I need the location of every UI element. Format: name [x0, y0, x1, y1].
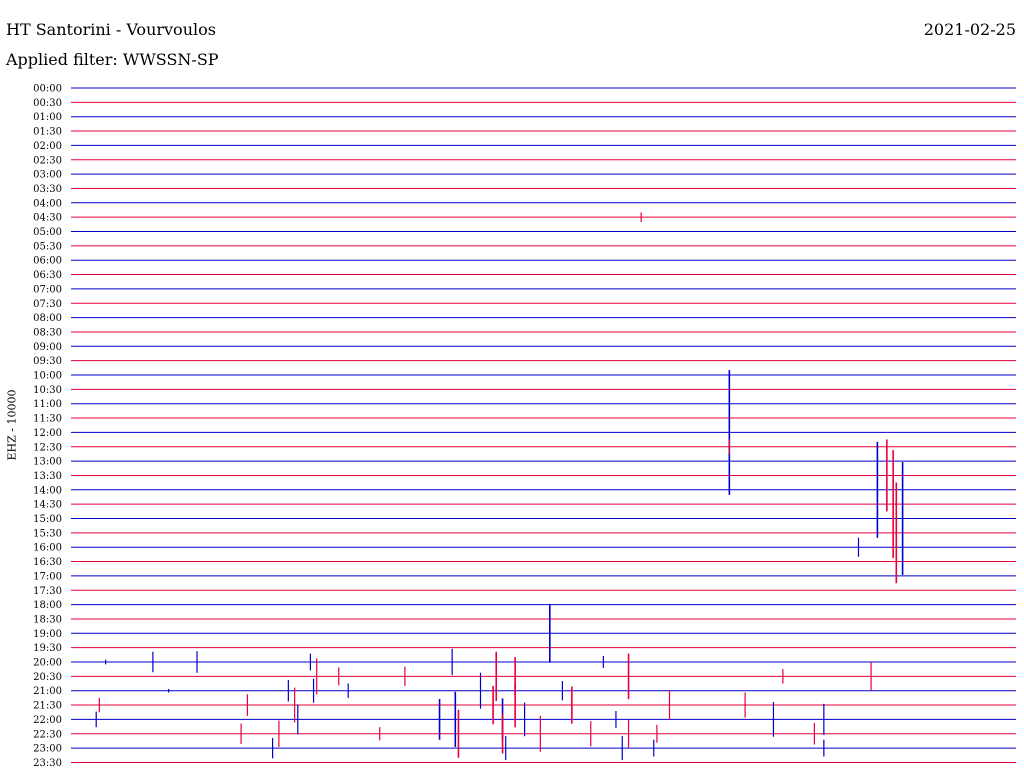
time-tick-label: 06:30 [33, 270, 62, 281]
time-tick-label: 04:30 [33, 213, 62, 224]
time-tick-label: 19:00 [33, 629, 62, 640]
time-tick-label: 16:30 [33, 557, 62, 568]
time-tick-label: 00:30 [33, 98, 62, 109]
time-tick-label: 11:00 [33, 399, 62, 410]
time-tick-label: 20:30 [33, 672, 62, 683]
time-tick-label: 22:30 [33, 729, 62, 740]
time-tick-label: 02:00 [33, 141, 62, 152]
event-marks [95, 212, 904, 761]
time-tick-label: 13:00 [33, 457, 62, 468]
time-tick-label: 00:00 [33, 84, 62, 95]
trace-lines [71, 87, 1016, 763]
time-tick-label: 07:30 [33, 299, 62, 310]
time-tick-label: 21:00 [33, 686, 62, 697]
time-tick-label: 05:00 [33, 227, 62, 238]
time-tick-label: 12:30 [33, 442, 62, 453]
time-tick-label: 13:30 [33, 471, 62, 482]
helicorder-plot: 00:00 00:30 01:00 01:30 02:00 02:30 03:00 03:30… [33, 84, 1016, 769]
time-tick-label: 10:00 [33, 371, 62, 382]
time-tick-label: 23:00 [33, 744, 62, 755]
time-tick-label: 18:30 [33, 614, 62, 625]
time-tick-label: 09:30 [33, 356, 62, 367]
time-tick-label: 12:00 [33, 428, 62, 439]
time-tick-labels: 00:00 00:30 01:00 01:30 02:00 02:30 03:00 03:30… [33, 84, 62, 769]
time-tick-label: 01:30 [33, 127, 62, 138]
time-tick-label: 09:00 [33, 342, 62, 353]
time-tick-label: 04:00 [33, 198, 62, 209]
time-tick-label: 22:00 [33, 715, 62, 726]
time-tick-label: 20:00 [33, 658, 62, 669]
time-tick-label: 15:00 [33, 514, 62, 525]
time-tick-label: 03:00 [33, 170, 62, 181]
time-tick-label: 06:00 [33, 256, 62, 267]
time-tick-label: 10:30 [33, 385, 62, 396]
time-tick-label: 15:30 [33, 528, 62, 539]
time-tick-label: 08:30 [33, 327, 62, 338]
time-tick-label: 01:00 [33, 112, 62, 123]
time-tick-label: 07:00 [33, 284, 62, 295]
time-tick-label: 14:00 [33, 485, 62, 496]
time-tick-label: 05:30 [33, 241, 62, 252]
time-tick-label: 19:30 [33, 643, 62, 654]
time-tick-label: 21:30 [33, 701, 62, 712]
time-tick-label: 02:30 [33, 155, 62, 166]
time-tick-label: 18:00 [33, 600, 62, 611]
time-tick-label: 14:30 [33, 500, 62, 511]
time-tick-label: 16:00 [33, 543, 62, 554]
time-tick-label: 11:30 [33, 414, 62, 425]
time-tick-label: 17:00 [33, 571, 62, 582]
time-tick-label: 03:30 [33, 184, 62, 195]
time-tick-label: 23:30 [33, 758, 62, 769]
time-tick-label: 08:00 [33, 313, 62, 324]
time-tick-label: 17:30 [33, 586, 62, 597]
